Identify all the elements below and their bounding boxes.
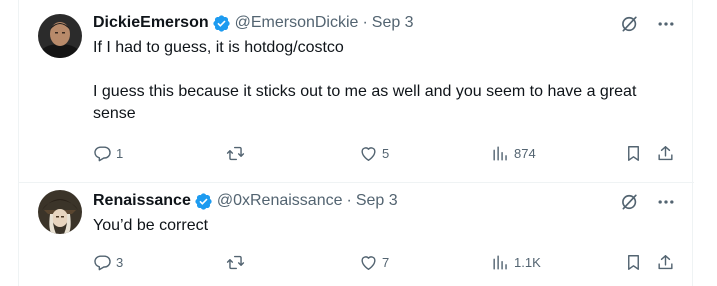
timeline: DickieEmerson @EmersonDickie · Sep 3 If … [18, 0, 694, 286]
like-button[interactable]: 7 [359, 251, 389, 273]
bookmark-button[interactable] [624, 251, 643, 273]
reply-button[interactable]: 1 [93, 142, 123, 164]
like-button[interactable]: 5 [359, 142, 389, 164]
retweet-icon [226, 146, 245, 160]
like-count: 7 [382, 254, 390, 270]
like-icon [361, 255, 376, 270]
like-count: 5 [382, 145, 390, 161]
bookmark-icon [628, 145, 639, 161]
tweet-header: Renaissance @0xRenaissance · Sep 3 [93, 190, 398, 212]
reply-icon [94, 145, 111, 161]
display-name[interactable]: DickieEmerson [93, 14, 209, 32]
verified-badge-icon [212, 14, 230, 32]
tweet[interactable]: DickieEmerson @EmersonDickie · Sep 3 If … [19, 0, 694, 183]
separator: · [346, 192, 352, 209]
tweet-text: You’d be correct [93, 215, 683, 237]
reply-button[interactable]: 3 [93, 251, 123, 273]
views-button[interactable]: 874 [491, 142, 536, 164]
share-button[interactable] [656, 251, 675, 273]
like-icon [361, 146, 376, 161]
reply-count: 1 [116, 145, 124, 161]
more-icon[interactable] [656, 14, 676, 34]
tweet-top-actions [620, 14, 676, 34]
more-icon[interactable] [656, 192, 676, 212]
tweet-date[interactable]: Sep 3 [372, 14, 414, 32]
retweet-icon [226, 255, 245, 269]
tweet-text-paragraph: If I had to guess, it is hotdog/costco [93, 39, 344, 56]
user-handle[interactable]: @EmersonDickie [235, 14, 359, 32]
share-icon [658, 145, 673, 160]
views-icon [493, 145, 507, 161]
tweet-text-paragraph: You’d be correct [93, 217, 209, 234]
tweet-text-paragraph: I guess this because it sticks out to me… [93, 83, 637, 122]
avatar[interactable] [38, 190, 82, 234]
reply-count: 3 [116, 254, 124, 270]
bookmark-button[interactable] [624, 142, 643, 164]
tweet-header: DickieEmerson @EmersonDickie · Sep 3 [93, 12, 414, 34]
views-icon [493, 254, 507, 270]
tweet[interactable]: Renaissance @0xRenaissance · Sep 3 You’d… [19, 182, 694, 286]
tweet-date[interactable]: Sep 3 [356, 192, 398, 210]
bookmark-icon [628, 254, 639, 270]
user-handle[interactable]: @0xRenaissance [217, 192, 343, 210]
retweet-button[interactable] [226, 251, 249, 273]
avatar[interactable] [38, 14, 82, 58]
reply-icon [94, 254, 111, 270]
share-button[interactable] [656, 142, 675, 164]
display-name[interactable]: Renaissance [93, 192, 191, 210]
views-button[interactable]: 1.1K [491, 251, 541, 273]
view-count: 874 [514, 145, 536, 161]
share-icon [658, 254, 673, 269]
grok-icon[interactable] [620, 14, 640, 34]
view-count: 1.1K [514, 254, 541, 270]
tweet-actions: 3 7 1.1K [93, 251, 687, 273]
tweet-actions: 1 5 874 [93, 142, 687, 164]
verified-badge-icon [195, 192, 212, 210]
retweet-button[interactable] [226, 142, 249, 164]
grok-icon[interactable] [620, 192, 640, 212]
separator: · [362, 14, 368, 31]
tweet-text: If I had to guess, it is hotdog/costco I… [93, 37, 683, 125]
tweet-top-actions [620, 192, 676, 212]
